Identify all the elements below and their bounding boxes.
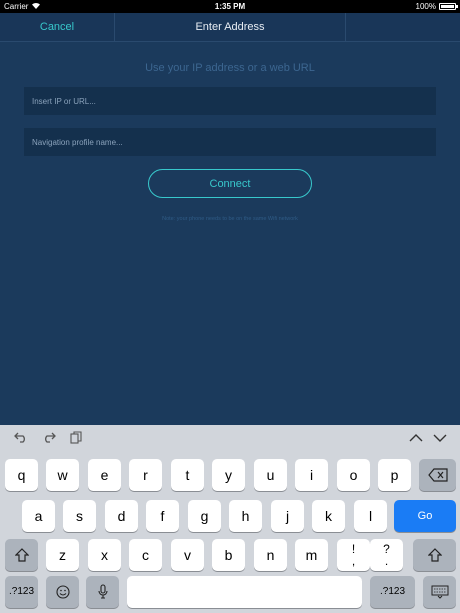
microphone-icon bbox=[97, 584, 108, 599]
status-bar: Carrier 1:35 PM 100% bbox=[0, 0, 460, 13]
shift-icon bbox=[427, 548, 442, 562]
key-h[interactable]: h bbox=[229, 500, 262, 532]
key-l[interactable]: l bbox=[354, 500, 387, 532]
numbers-key-left[interactable]: .?123 bbox=[5, 576, 38, 608]
numbers-key-right[interactable]: .?123 bbox=[370, 576, 415, 608]
key-d[interactable]: d bbox=[105, 500, 138, 532]
keyboard: q w e r t y u i o p a s d f g h j k l Go… bbox=[0, 425, 460, 613]
key-y[interactable]: y bbox=[212, 459, 245, 491]
page-title: Enter Address bbox=[195, 21, 265, 33]
key-question-period[interactable]: ? . bbox=[370, 539, 403, 571]
emoji-icon bbox=[55, 585, 70, 599]
key-c[interactable]: c bbox=[129, 539, 162, 571]
paste-icon[interactable] bbox=[67, 431, 85, 447]
profile-name-input[interactable] bbox=[24, 128, 436, 156]
backspace-icon bbox=[427, 468, 448, 482]
redo-icon[interactable] bbox=[40, 431, 58, 447]
shift-icon bbox=[14, 548, 29, 562]
battery-icon bbox=[439, 3, 458, 10]
key-exclaim-top: ! bbox=[351, 542, 356, 556]
key-m[interactable]: m bbox=[295, 539, 328, 571]
connect-button[interactable]: Connect bbox=[148, 169, 312, 198]
key-w[interactable]: w bbox=[46, 459, 79, 491]
key-n[interactable]: n bbox=[254, 539, 287, 571]
keyboard-dismiss-key[interactable] bbox=[423, 576, 456, 608]
key-r[interactable]: r bbox=[129, 459, 162, 491]
key-i[interactable]: i bbox=[295, 459, 328, 491]
network-note: Note: your phone needs to be on the same… bbox=[162, 216, 298, 222]
go-key[interactable]: Go bbox=[394, 500, 456, 532]
space-key[interactable] bbox=[127, 576, 362, 608]
key-u[interactable]: u bbox=[254, 459, 287, 491]
key-q[interactable]: q bbox=[5, 459, 38, 491]
key-x[interactable]: x bbox=[88, 539, 121, 571]
keyboard-dismiss-icon bbox=[431, 585, 448, 599]
cancel-button[interactable]: Cancel bbox=[0, 13, 115, 42]
ip-url-input[interactable] bbox=[24, 87, 436, 115]
key-v[interactable]: v bbox=[171, 539, 204, 571]
undo-icon[interactable] bbox=[12, 431, 30, 447]
instruction-text: Use your IP address or a web URL bbox=[145, 62, 315, 74]
key-k[interactable]: k bbox=[312, 500, 345, 532]
key-j[interactable]: j bbox=[271, 500, 304, 532]
key-a[interactable]: a bbox=[22, 500, 55, 532]
key-exclaim-comma[interactable]: ! , bbox=[337, 539, 370, 571]
chevron-down-icon[interactable] bbox=[431, 431, 449, 447]
key-g[interactable]: g bbox=[188, 500, 221, 532]
backspace-key[interactable] bbox=[419, 459, 456, 491]
key-z[interactable]: z bbox=[46, 539, 79, 571]
keyboard-toolbar bbox=[0, 425, 460, 453]
navigation-bar: Cancel Enter Address bbox=[0, 13, 460, 42]
key-question-top: ? bbox=[383, 542, 390, 556]
key-e[interactable]: e bbox=[88, 459, 121, 491]
key-comma-bottom: , bbox=[351, 554, 356, 568]
battery-percent: 100% bbox=[415, 2, 436, 11]
shift-key-right[interactable] bbox=[413, 539, 456, 571]
key-b[interactable]: b bbox=[212, 539, 245, 571]
key-t[interactable]: t bbox=[171, 459, 204, 491]
shift-key-left[interactable] bbox=[5, 539, 38, 571]
key-p[interactable]: p bbox=[378, 459, 411, 491]
key-f[interactable]: f bbox=[146, 500, 179, 532]
key-s[interactable]: s bbox=[63, 500, 96, 532]
key-o[interactable]: o bbox=[337, 459, 370, 491]
nav-right-slot bbox=[345, 13, 460, 42]
chevron-up-icon[interactable] bbox=[407, 431, 425, 447]
clock: 1:35 PM bbox=[214, 2, 246, 11]
microphone-key[interactable] bbox=[86, 576, 119, 608]
key-period-bottom: . bbox=[384, 554, 389, 568]
emoji-key[interactable] bbox=[46, 576, 79, 608]
